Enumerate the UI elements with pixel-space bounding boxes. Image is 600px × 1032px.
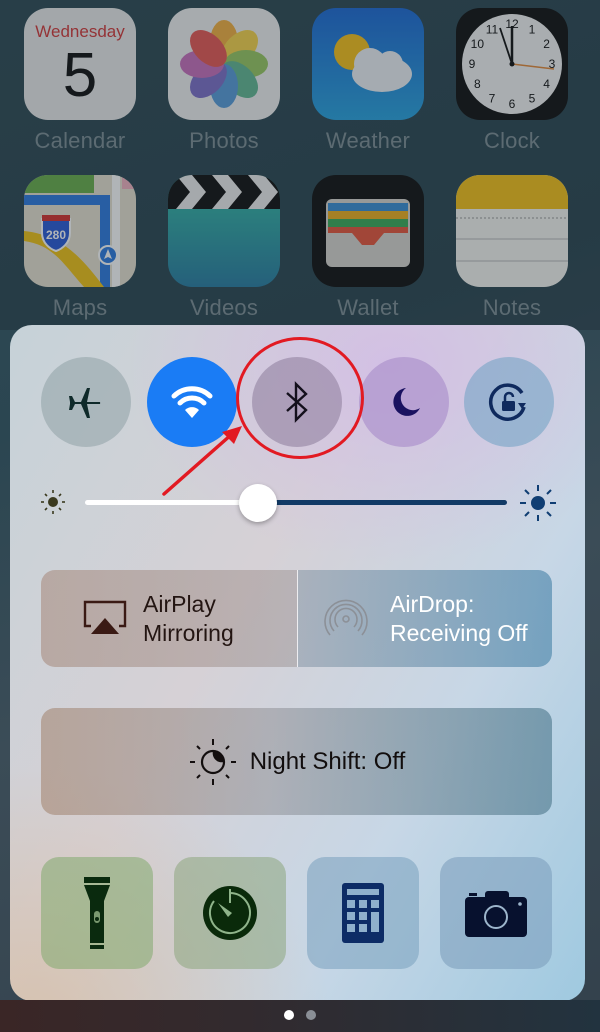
brightness-slider[interactable] <box>38 483 558 523</box>
flashlight-button[interactable] <box>41 857 153 969</box>
maps-shield-number: 280 <box>46 228 66 242</box>
airplay-mirroring-button[interactable]: AirPlay Mirroring <box>41 570 297 667</box>
wifi-toggle[interactable] <box>147 357 237 447</box>
airdrop-button[interactable]: AirDrop: Receiving Off <box>298 570 552 667</box>
calculator-button[interactable] <box>307 857 419 969</box>
airdrop-label: AirDrop: Receiving Off <box>390 590 528 648</box>
brightness-thumb[interactable] <box>239 484 278 522</box>
app-photos[interactable]: Photos <box>166 8 282 154</box>
app-label: Calendar <box>34 128 126 153</box>
app-label: Videos <box>189 295 259 320</box>
airdrop-label-line2: Receiving Off <box>390 619 528 646</box>
app-label: Wallet <box>337 295 399 320</box>
airplay-label-line2: Mirroring <box>143 619 234 646</box>
calendar-day: 5 <box>62 41 98 110</box>
clock-numeral: 11 <box>486 22 499 36</box>
clock-icon: 12 1 2 3 4 5 6 7 8 9 10 11 <box>456 8 568 120</box>
videos-icon <box>168 175 280 287</box>
app-label: Weather <box>325 128 411 153</box>
app-maps[interactable]: 280 Maps <box>22 175 138 321</box>
app-weather[interactable]: Weather <box>310 8 426 154</box>
night-shift-icon <box>189 738 236 785</box>
calculator-icon <box>342 883 384 943</box>
timer-icon <box>203 886 257 940</box>
clock-numeral: 9 <box>469 57 476 71</box>
app-label: Maps <box>52 295 108 320</box>
airplay-label: AirPlay Mirroring <box>143 590 234 648</box>
clock-numeral: 4 <box>543 77 550 91</box>
clock-numeral: 7 <box>489 92 496 106</box>
airdrop-label-line1: AirDrop: <box>390 590 475 617</box>
app-videos[interactable]: Videos <box>166 175 282 321</box>
airplane-icon <box>69 388 101 418</box>
wifi-icon <box>171 386 213 418</box>
night-shift-button[interactable]: Night Shift: Off <box>41 708 552 815</box>
airdrop-icon <box>324 599 368 636</box>
airplay-label-line1: AirPlay <box>143 590 216 617</box>
app-calendar[interactable]: Wednesday 5 Calendar <box>22 8 138 154</box>
page-dot[interactable] <box>284 1010 294 1020</box>
app-clock[interactable]: 12 1 2 3 4 5 6 7 8 9 10 11 Clock <box>454 8 570 154</box>
moon-icon <box>393 388 420 416</box>
brightness-track-remaining <box>258 500 507 505</box>
rotation-lock-icon <box>488 383 526 421</box>
brightness-high-icon <box>520 485 556 521</box>
maps-icon: 280 <box>24 175 136 287</box>
app-notes[interactable]: Notes <box>454 175 570 321</box>
do-not-disturb-toggle[interactable] <box>359 357 449 447</box>
calendar-weekday: Wednesday <box>35 22 125 41</box>
airplay-icon <box>83 600 127 634</box>
night-shift-label: Night Shift: Off <box>249 748 406 775</box>
clock-numeral: 10 <box>471 37 485 51</box>
camera-icon <box>465 891 527 937</box>
bluetooth-toggle[interactable] <box>252 357 342 447</box>
clock-numeral: 6 <box>509 97 516 111</box>
photos-icon <box>168 8 280 120</box>
bluetooth-icon <box>286 381 308 423</box>
app-label: Photos <box>189 128 259 153</box>
control-center: AirPlay Mirroring AirDrop: Receiving Off <box>10 325 585 1001</box>
airplane-mode-toggle[interactable] <box>41 357 131 447</box>
page-indicator[interactable] <box>0 1010 600 1024</box>
flashlight-icon <box>84 877 110 949</box>
weather-icon <box>312 8 424 120</box>
app-wallet[interactable]: Wallet <box>310 175 426 321</box>
clock-numeral: 8 <box>474 77 481 91</box>
brightness-low-icon <box>41 490 65 514</box>
rotation-lock-toggle[interactable] <box>464 357 554 447</box>
app-label: Notes <box>482 295 542 320</box>
wallet-icon <box>312 175 424 287</box>
timer-button[interactable] <box>174 857 286 969</box>
notes-icon <box>456 175 568 287</box>
clock-numeral: 5 <box>529 92 536 106</box>
camera-button[interactable] <box>440 857 552 969</box>
calendar-icon: Wednesday 5 <box>24 8 136 120</box>
clock-numeral: 2 <box>543 37 550 51</box>
clock-numeral: 1 <box>529 22 536 36</box>
brightness-track-filled <box>85 500 259 505</box>
page-dot[interactable] <box>306 1010 316 1020</box>
home-screen: Wednesday 5 Calendar Photos Weather 12 1… <box>0 0 600 330</box>
app-label: Clock <box>483 128 540 153</box>
